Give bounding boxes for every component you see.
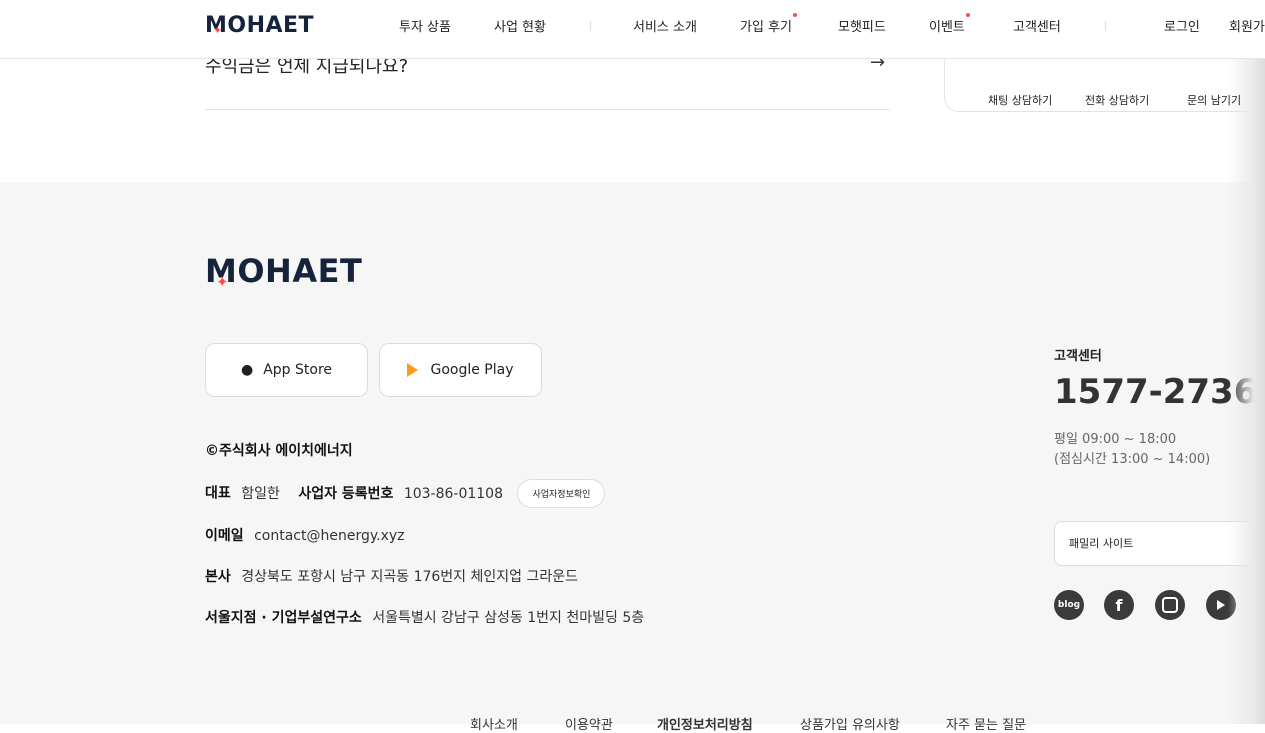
ceo-label: 대표 bbox=[205, 485, 231, 502]
nav-events[interactable]: 이벤트 bbox=[929, 13, 970, 35]
nav-business-status[interactable]: 사업 현황 bbox=[494, 16, 546, 35]
nav-reviews[interactable]: 가입 후기 bbox=[740, 13, 797, 35]
google-play-button[interactable]: Google Play bbox=[379, 343, 542, 397]
seoul-label: 서울지점 · 기업부설연구소 bbox=[205, 610, 362, 626]
scroll-shade bbox=[1228, 58, 1265, 724]
biz-info-check-button[interactable]: 사업자정보확인 bbox=[517, 479, 606, 508]
nav-service-intro[interactable]: 서비스 소개 bbox=[633, 16, 697, 35]
nav-reviews-label: 가입 후기 bbox=[740, 20, 792, 35]
hq-row: 본사 경상북도 포항시 남구 지곡동 176번지 체인지업 그라운드 bbox=[205, 566, 578, 586]
ceo-value: 함일한 bbox=[241, 485, 280, 502]
app-store-label: App Store bbox=[263, 362, 333, 378]
cs-hours-lunch: (점심시간 13:00 ~ 14:00) bbox=[1054, 452, 1211, 467]
header-logo[interactable]: MOHAET ✦ bbox=[205, 10, 314, 40]
email-label: 이메일 bbox=[205, 528, 244, 544]
blog-icon[interactable]: blog bbox=[1054, 590, 1084, 620]
new-dot-icon bbox=[965, 13, 970, 17]
footer: MOHAET ✦ ● App Store Google Play ©주식회사 에… bbox=[0, 182, 1265, 733]
new-dot-icon bbox=[792, 13, 797, 17]
company-name: ©주식회사 에이치에너지 bbox=[205, 440, 353, 460]
logo-spark-icon: ✦ bbox=[213, 24, 223, 37]
nav-events-label: 이벤트 bbox=[929, 20, 965, 35]
apple-icon: ● bbox=[240, 362, 254, 378]
hq-label: 본사 bbox=[205, 569, 231, 585]
footer-logo[interactable]: MOHAET ✦ bbox=[205, 252, 362, 291]
faq-divider bbox=[205, 109, 890, 110]
nav-divider bbox=[590, 21, 591, 31]
hq-value: 경상북도 포항시 남구 지곡동 176번지 체인지업 그라운드 bbox=[241, 569, 579, 585]
google-play-icon bbox=[407, 363, 419, 377]
nav-signup[interactable]: 회원가 bbox=[1229, 16, 1265, 35]
chat-consult-link[interactable]: 채팅 상담하기 bbox=[988, 92, 1052, 108]
logo-spark-icon: ✦ bbox=[216, 273, 230, 291]
business-info-row: 대표 함일한 사업자 등록번호 103-86-01108 사업자정보확인 bbox=[205, 479, 606, 508]
nav-login[interactable]: 로그인 bbox=[1164, 16, 1200, 35]
cs-hours: 평일 09:00 ~ 18:00 (점심시간 13:00 ~ 14:00) bbox=[1054, 430, 1210, 470]
leave-inquiry-link[interactable]: 문의 남기기 bbox=[1187, 92, 1241, 108]
cs-hours-weekday: 평일 09:00 ~ 18:00 bbox=[1054, 432, 1177, 447]
email-value[interactable]: contact@henergy.xyz bbox=[254, 528, 404, 544]
company-name-text: ©주식회사 에이치에너지 bbox=[205, 443, 353, 459]
nav-investment-products[interactable]: 투자 상품 bbox=[399, 16, 451, 35]
biz-no-value: 103-86-01108 bbox=[403, 485, 503, 502]
nav-divider bbox=[1105, 21, 1106, 31]
google-play-label: Google Play bbox=[430, 362, 514, 378]
seoul-value: 서울특별시 강남구 삼성동 1번지 천마빌딩 5층 bbox=[372, 610, 645, 626]
biz-no-label: 사업자 등록번호 bbox=[298, 485, 394, 502]
instagram-icon[interactable] bbox=[1155, 590, 1185, 620]
app-store-button[interactable]: ● App Store bbox=[205, 343, 368, 397]
top-nav: MOHAET ✦ 투자 상품 사업 현황 서비스 소개 가입 후기 모햇피드 이… bbox=[0, 0, 1265, 59]
nav-customer-center[interactable]: 고객센터 bbox=[1013, 16, 1061, 35]
phone-consult-link[interactable]: 전화 상담하기 bbox=[1085, 92, 1149, 108]
cs-title: 고객센터 bbox=[1054, 349, 1102, 364]
seoul-branch-row: 서울지점 · 기업부설연구소 서울특별시 강남구 삼성동 1번지 천마빌딩 5층 bbox=[205, 607, 644, 627]
nav-mohaet-feed[interactable]: 모햇피드 bbox=[838, 16, 886, 35]
facebook-icon[interactable]: f bbox=[1104, 590, 1134, 620]
cs-phone[interactable]: 1577-2736 bbox=[1054, 372, 1257, 412]
email-row: 이메일 contact@henergy.xyz bbox=[205, 525, 405, 545]
